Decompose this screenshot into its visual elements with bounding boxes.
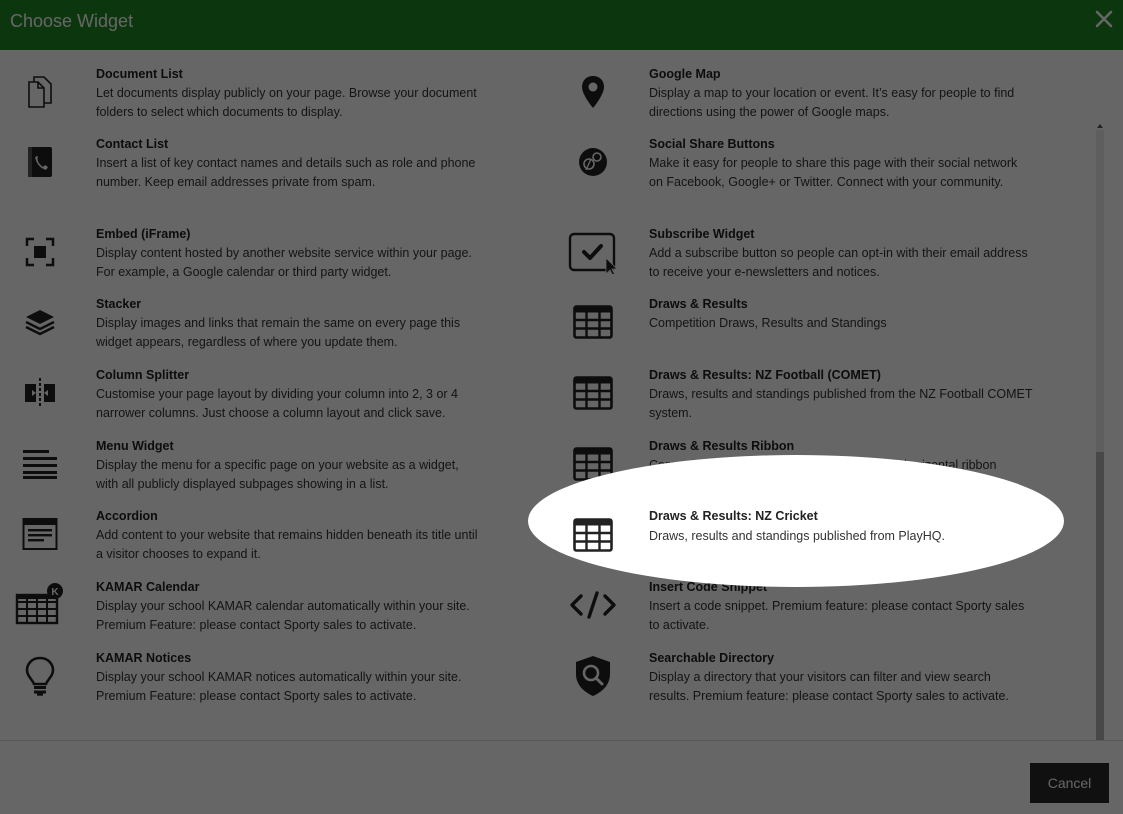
widget-title: Social Share Buttons [649, 137, 775, 151]
grid-table-icon [568, 368, 618, 418]
cancel-button[interactable]: Cancel [1030, 763, 1109, 803]
widget-title: Draws & Results [649, 297, 748, 311]
widget-title: Searchable Directory [649, 651, 775, 665]
scroll-up-arrow-icon[interactable] [1096, 122, 1104, 130]
widget-description: Add a subscribe button so people can opt… [649, 246, 1028, 279]
scroll-thumb[interactable] [1096, 452, 1104, 752]
dialog-title: Choose Widget [10, 11, 134, 31]
widget-title: Subscribe Widget [649, 227, 755, 241]
close-icon[interactable] [1093, 8, 1115, 30]
map-pin-icon [568, 67, 618, 117]
grid-table-icon [568, 510, 618, 560]
widget-description: Insert a code snippet. Premium feature: … [649, 599, 1025, 632]
widget-social-share-buttons[interactable]: Social Share Buttons Make it easy for pe… [0, 137, 1080, 207]
code-icon [568, 580, 618, 630]
dialog-header: Choose Widget [0, 0, 1123, 50]
widget-title: Draws & Results Ribbon [649, 439, 795, 453]
social-share-icon [568, 137, 618, 187]
widget-google-map[interactable]: Google Map Display a map to your locatio… [0, 67, 1080, 137]
widget-description: Draws, results and standings published f… [649, 529, 945, 543]
widget-description: Display a map to your location or event.… [649, 86, 1015, 119]
subscribe-check-icon [568, 227, 618, 277]
widget-title: Google Map [649, 67, 721, 81]
widget-draws-results[interactable]: Draws & Results Competition Draws, Resul… [0, 297, 1080, 367]
widget-description: Competition Draws, Results and Standings [649, 316, 887, 330]
widget-insert-code-snippet[interactable]: Insert Code Snippet Insert a code snippe… [0, 580, 1080, 650]
widget-subscribe-widget[interactable]: Subscribe Widget Add a subscribe button … [0, 227, 1080, 297]
widget-title: Draws & Results: NZ Football (COMET) [649, 368, 881, 382]
widget-searchable-directory[interactable]: Searchable Directory Display a directory… [0, 651, 1080, 721]
dialog-footer: Cancel [0, 740, 1123, 814]
widget-description: Display a directory that your visitors c… [649, 670, 1009, 703]
scrollbar[interactable] [1094, 122, 1106, 767]
shield-search-icon [568, 651, 618, 701]
widget-description: Make it easy for people to share this pa… [649, 156, 1018, 189]
widget-description: Draws, results and standings published f… [649, 387, 1033, 420]
widget-list: Document List Let documents display publ… [0, 50, 1123, 765]
widget-title: Draws & Results: NZ Cricket [649, 509, 818, 523]
widget-draws-results-nz-football[interactable]: Draws & Results: NZ Football (COMET) Dra… [0, 368, 1080, 438]
grid-table-icon [568, 297, 618, 347]
